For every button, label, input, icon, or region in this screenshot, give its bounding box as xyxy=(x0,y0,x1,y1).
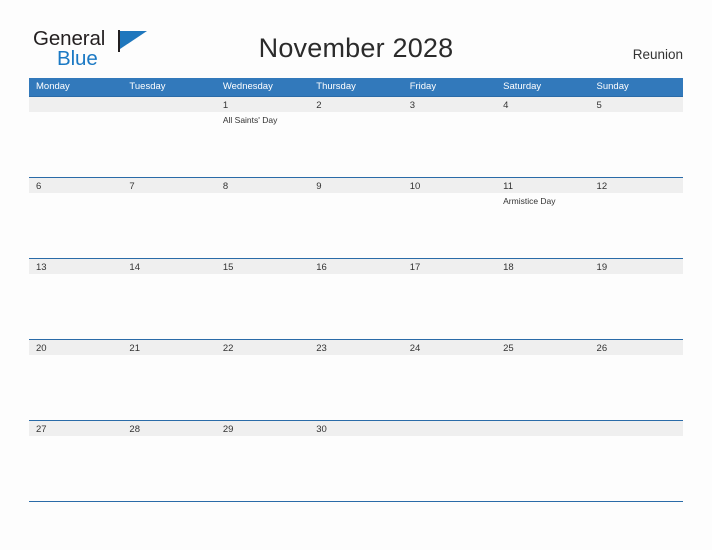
day-number: 14 xyxy=(129,262,140,273)
region-label: Reunion xyxy=(632,47,683,62)
calendar-week-row: 20 21 22 23 24 25 26 xyxy=(29,339,683,420)
weekday-header-wednesday: Wednesday xyxy=(222,81,273,92)
weekday-header-saturday: Saturday xyxy=(503,81,542,92)
day-cell[interactable]: 13 xyxy=(29,259,122,339)
day-number: 13 xyxy=(36,262,47,273)
day-cell[interactable]: 21 xyxy=(122,340,215,420)
day-cell-empty xyxy=(122,97,215,177)
week-day-cells: 1 All Saints' Day 2 3 4 5 xyxy=(29,97,683,177)
calendar-week-row: 1 All Saints' Day 2 3 4 5 xyxy=(29,96,683,177)
day-cell[interactable]: 14 xyxy=(122,259,215,339)
day-number: 24 xyxy=(409,343,421,354)
day-number: 9 xyxy=(316,181,322,192)
day-cell[interactable]: 7 xyxy=(122,178,215,258)
day-cell[interactable]: 18 xyxy=(496,259,589,339)
day-number: 16 xyxy=(316,262,327,273)
day-number: 29 xyxy=(222,424,234,435)
day-cell[interactable]: 4 xyxy=(496,97,589,177)
weekday-header-thursday: Thursday xyxy=(316,81,356,92)
day-cell[interactable]: 1 All Saints' Day xyxy=(216,97,309,177)
day-cell[interactable]: 20 xyxy=(29,340,122,420)
day-number: 2 xyxy=(316,100,322,111)
day-number: 8 xyxy=(222,181,229,192)
day-number: 27 xyxy=(36,424,47,435)
week-day-cells: 20 21 22 23 24 25 26 xyxy=(29,340,683,420)
day-cell-empty xyxy=(496,421,589,501)
weekday-header-friday: Friday xyxy=(409,81,437,92)
day-cell-empty xyxy=(403,421,496,501)
calendar-body: 1 All Saints' Day 2 3 4 5 6 7 8 9 10 11 Armistice Da… xyxy=(29,96,683,501)
day-cell-empty xyxy=(29,97,122,177)
day-cell[interactable]: 8 xyxy=(216,178,309,258)
week-day-cells: 13 14 15 16 17 18 19 xyxy=(29,259,683,339)
calendar-week-row: 27 28 29 30 xyxy=(29,420,683,501)
calendar-table: Monday Tuesday Wednesday Thursday Friday Satu… xyxy=(29,78,683,502)
day-cell[interactable]: 10 xyxy=(403,178,496,258)
calendar-bottom-separator xyxy=(29,501,683,502)
day-number: 15 xyxy=(222,262,234,273)
day-number: 18 xyxy=(503,262,514,273)
day-number: 1 xyxy=(222,100,229,111)
day-number: 21 xyxy=(129,343,140,354)
day-cell[interactable]: 28 xyxy=(122,421,215,501)
day-cell[interactable]: 25 xyxy=(496,340,589,420)
day-cell[interactable]: 9 xyxy=(309,178,402,258)
day-cell[interactable]: 27 xyxy=(29,421,122,501)
page-header: General Blue November 2028 Reunion xyxy=(0,0,712,78)
weekday-header-sunday: Sunday xyxy=(596,81,629,92)
day-number: 6 xyxy=(36,181,42,192)
calendar-page: General Blue November 2028 Reunion Monda… xyxy=(0,0,712,550)
day-cell[interactable]: 12 xyxy=(590,178,683,258)
page-title: November 2028 xyxy=(258,33,454,63)
day-number: 4 xyxy=(503,100,509,111)
day-number: 10 xyxy=(409,181,421,192)
day-number: 11 xyxy=(503,181,513,192)
day-number: 28 xyxy=(129,424,140,435)
day-cell[interactable]: 23 xyxy=(309,340,402,420)
day-cell[interactable]: 26 xyxy=(590,340,683,420)
day-number: 23 xyxy=(316,343,327,354)
day-cell[interactable]: 6 xyxy=(29,178,122,258)
day-number: 30 xyxy=(316,424,327,435)
weekday-header-row: Monday Tuesday Wednesday Thursday Friday Satu… xyxy=(29,78,683,96)
day-number: 17 xyxy=(409,262,421,273)
day-number: 22 xyxy=(222,343,234,354)
calendar-week-row: 13 14 15 16 17 18 19 xyxy=(29,258,683,339)
day-cell[interactable]: 29 xyxy=(216,421,309,501)
day-event-label: All Saints' Day xyxy=(222,115,278,125)
weekday-header-monday: Monday xyxy=(36,81,70,92)
day-number: 3 xyxy=(409,100,415,111)
day-number: 26 xyxy=(596,343,608,354)
day-cell[interactable]: 17 xyxy=(403,259,496,339)
day-cell[interactable]: 3 xyxy=(403,97,496,177)
week-day-cells: 27 28 29 30 xyxy=(29,421,683,501)
day-cell[interactable]: 15 xyxy=(216,259,309,339)
day-number: 19 xyxy=(596,262,608,273)
day-cell[interactable]: 24 xyxy=(403,340,496,420)
day-number: 5 xyxy=(596,100,602,111)
day-cell-empty xyxy=(590,421,683,501)
day-cell[interactable]: 22 xyxy=(216,340,309,420)
day-number: 20 xyxy=(36,343,47,354)
day-cell[interactable]: 2 xyxy=(309,97,402,177)
day-cell[interactable]: 5 xyxy=(590,97,683,177)
day-cell[interactable]: 11 Armistice Day xyxy=(496,178,589,258)
day-event-label: Armistice Day xyxy=(503,196,556,206)
calendar-week-row: 6 7 8 9 10 11 Armistice Day 12 xyxy=(29,177,683,258)
day-number: 12 xyxy=(596,181,608,192)
day-cell[interactable]: 19 xyxy=(590,259,683,339)
day-cell[interactable]: 16 xyxy=(309,259,402,339)
day-number: 25 xyxy=(503,343,514,354)
week-day-cells: 6 7 8 9 10 11 Armistice Day 12 xyxy=(29,178,683,258)
weekday-header-tuesday: Tuesday xyxy=(129,81,166,92)
day-cell[interactable]: 30 xyxy=(309,421,402,501)
day-number: 7 xyxy=(129,181,135,192)
